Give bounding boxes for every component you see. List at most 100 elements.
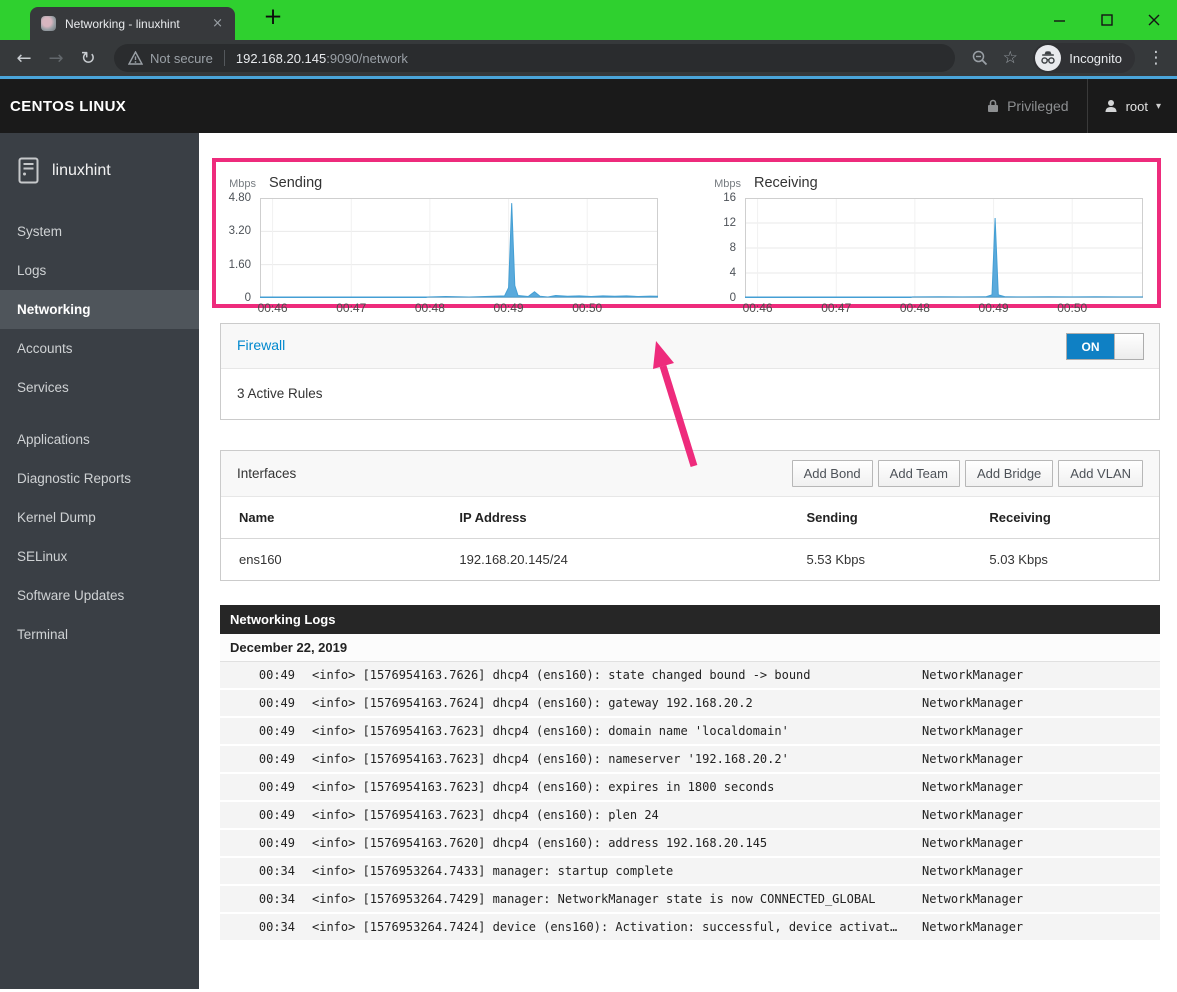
sidebar-item-diagnostic-reports[interactable]: Diagnostic Reports — [0, 459, 199, 498]
y-tick-label: 4.80 — [228, 192, 251, 204]
log-service: NetworkManager — [922, 696, 1024, 710]
browser-tab[interactable]: Networking - linuxhint × — [30, 7, 235, 40]
add-vlan-button[interactable]: Add VLAN — [1058, 460, 1143, 487]
sidebar-item-kernel-dump[interactable]: Kernel Dump — [0, 498, 199, 537]
sidebar-item-software-updates[interactable]: Software Updates — [0, 576, 199, 615]
log-time: 00:34 — [258, 864, 295, 878]
sidebar-hostname[interactable]: linuxhint — [0, 133, 199, 204]
sidebar-item-terminal[interactable]: Terminal — [0, 615, 199, 654]
receiving-plot — [744, 198, 1144, 299]
sidebar-item-applications[interactable]: Applications — [0, 420, 199, 459]
favicon-icon — [41, 16, 56, 31]
reload-icon[interactable]: ↻ — [72, 42, 104, 74]
sidebar-item-services[interactable]: Services — [0, 368, 199, 407]
url-path: :9090/network — [326, 50, 408, 66]
browser-menu-icon[interactable]: ⋮ — [1143, 48, 1169, 68]
y-tick-label: 12 — [723, 217, 736, 229]
sending-chart: Mbps Sending 4.80 3.20 1.60 0 00:46 00:47 00:… — [216, 175, 659, 315]
new-tab-button[interactable]: + — [258, 4, 288, 30]
log-row[interactable]: 00:34 <info> [1576953264.7429] manager: N… — [220, 886, 1160, 912]
sidebar-item-selinux[interactable]: SELinux — [0, 537, 199, 576]
log-service: NetworkManager — [922, 724, 1024, 738]
receiving-y-axis: 16 12 8 4 0 — [701, 192, 745, 304]
firewall-toggle-on-label: ON — [1067, 334, 1114, 359]
lock-icon — [988, 99, 999, 112]
forward-icon[interactable]: → — [40, 42, 72, 74]
y-tick-label: 0 — [244, 292, 251, 304]
log-row[interactable]: 00:34 <info> [1576953264.7424] device (en… — [220, 914, 1160, 940]
receiving-chart-unit: Mbps — [714, 178, 741, 190]
url-separator — [223, 50, 225, 66]
interfaces-title: Interfaces — [237, 466, 297, 481]
x-tick-label: 00:50 — [572, 301, 603, 315]
traffic-charts-highlight-box: Mbps Sending 4.80 3.20 1.60 0 00:46 00:47 00:… — [212, 158, 1161, 315]
window-minimize-button[interactable] — [1036, 0, 1083, 40]
window-maximize-button[interactable] — [1083, 0, 1130, 40]
log-row[interactable]: 00:49 <info> [1576954163.7623] dhcp4 (ens… — [220, 746, 1160, 772]
user-label: root — [1125, 98, 1148, 114]
logs-date-header: December 22, 2019 — [220, 634, 1160, 662]
interface-cell: 192.168.20.145/24 — [459, 552, 568, 567]
interfaces-panel: Interfaces Add Bond Add Team Add Bridge Add… — [220, 450, 1160, 581]
log-message: <info> [1576953264.7433] manager: startu… — [312, 864, 674, 878]
url-host: 192.168.20.145 — [235, 50, 327, 66]
privileged-label: Privileged — [1007, 98, 1069, 114]
log-row[interactable]: 00:49 <info> [1576954163.7623] dhcp4 (ens… — [220, 774, 1160, 800]
sending-y-axis: 4.80 3.20 1.60 0 — [216, 192, 260, 304]
log-service: NetworkManager — [922, 836, 1024, 850]
user-menu[interactable]: root ▾ — [1088, 99, 1161, 114]
sidebar-item-accounts[interactable]: Accounts — [0, 329, 199, 368]
incognito-label: Incognito — [1069, 50, 1122, 66]
brand-title: CENTOS LINUX — [10, 97, 127, 115]
y-tick-label: 8 — [729, 242, 736, 254]
main-content: Mbps Sending 4.80 3.20 1.60 0 00:46 00:47 00:… — [199, 133, 1177, 989]
back-icon[interactable]: ← — [8, 42, 40, 74]
column-header-ip-address: IP Address — [441, 497, 789, 539]
log-message: <info> [1576954163.7623] dhcp4 (ens160):… — [312, 780, 775, 794]
log-row[interactable]: 00:49 <info> [1576954163.7623] dhcp4 (ens… — [220, 718, 1160, 744]
receiving-chart-title: Receiving — [754, 175, 818, 191]
y-tick-label: 0 — [729, 292, 736, 304]
incognito-badge: Incognito — [1033, 43, 1135, 73]
log-time: 00:49 — [258, 836, 295, 850]
x-tick-label: 00:49 — [978, 301, 1009, 315]
interface-row[interactable]: ens160 192.168.20.145/24 5.53 Kbps 5.03 Kbp… — [221, 539, 1159, 581]
add-team-button[interactable]: Add Team — [877, 460, 960, 487]
privileged-badge: Privileged — [987, 79, 1088, 133]
log-row[interactable]: 00:49 <info> [1576954163.7623] dhcp4 (ens… — [220, 802, 1160, 828]
add-bridge-button[interactable]: Add Bridge — [964, 460, 1054, 487]
sidebar-item-networking[interactable]: Networking — [0, 290, 199, 329]
log-message: <info> [1576953264.7424] device (ens160)… — [312, 920, 898, 934]
log-service: NetworkManager — [922, 780, 1024, 794]
sidebar-item-logs[interactable]: Logs — [0, 251, 199, 290]
log-time: 00:49 — [258, 752, 295, 766]
log-row[interactable]: 00:49 <info> [1576954163.7626] dhcp4 (ens… — [220, 662, 1160, 688]
log-message: <info> [1576954163.7620] dhcp4 (ens160):… — [312, 836, 768, 850]
y-tick-label: 3.20 — [228, 225, 251, 238]
log-row[interactable]: 00:34 <info> [1576953264.7433] manager: s… — [220, 858, 1160, 884]
log-message: <info> [1576953264.7429] manager: Networ… — [312, 892, 876, 906]
networking-logs-panel: Networking Logs December 22, 2019 00:49 <… — [220, 605, 1160, 940]
incognito-icon — [1035, 45, 1062, 71]
firewall-link[interactable]: Firewall — [237, 337, 285, 353]
log-service: NetworkManager — [922, 864, 1024, 878]
browser-toolbar: ← → ↻ Not secure 192.168.20.145 :9090/ne… — [0, 40, 1177, 79]
zoom-icon[interactable] — [965, 43, 995, 73]
log-row[interactable]: 00:49 <info> [1576954163.7620] dhcp4 (ens… — [220, 830, 1160, 856]
log-row[interactable]: 00:49 <info> [1576954163.7624] dhcp4 (ens… — [220, 690, 1160, 716]
log-time: 00:34 — [258, 920, 295, 934]
x-tick-label: 00:46 — [742, 301, 773, 315]
bookmark-star-icon[interactable]: ☆ — [995, 43, 1025, 73]
interface-cell: ens160 — [239, 552, 282, 567]
address-bar[interactable]: Not secure 192.168.20.145 :9090/network — [114, 44, 956, 72]
receiving-x-axis: 00:46 00:47 00:48 00:49 00:50 — [742, 301, 1143, 319]
log-time: 00:49 — [258, 668, 295, 682]
sidebar: linuxhint System Logs Networking Accounts Se… — [0, 133, 199, 989]
interface-cell: 5.03 Kbps — [989, 552, 1048, 567]
sidebar-item-system[interactable]: System — [0, 212, 199, 251]
firewall-toggle[interactable]: ON — [1066, 333, 1144, 360]
window-close-button[interactable] — [1130, 0, 1177, 40]
tab-close-icon[interactable]: × — [210, 16, 225, 31]
add-bond-button[interactable]: Add Bond — [791, 460, 873, 487]
app-header: CENTOS LINUX Privileged root ▾ — [0, 79, 1177, 133]
